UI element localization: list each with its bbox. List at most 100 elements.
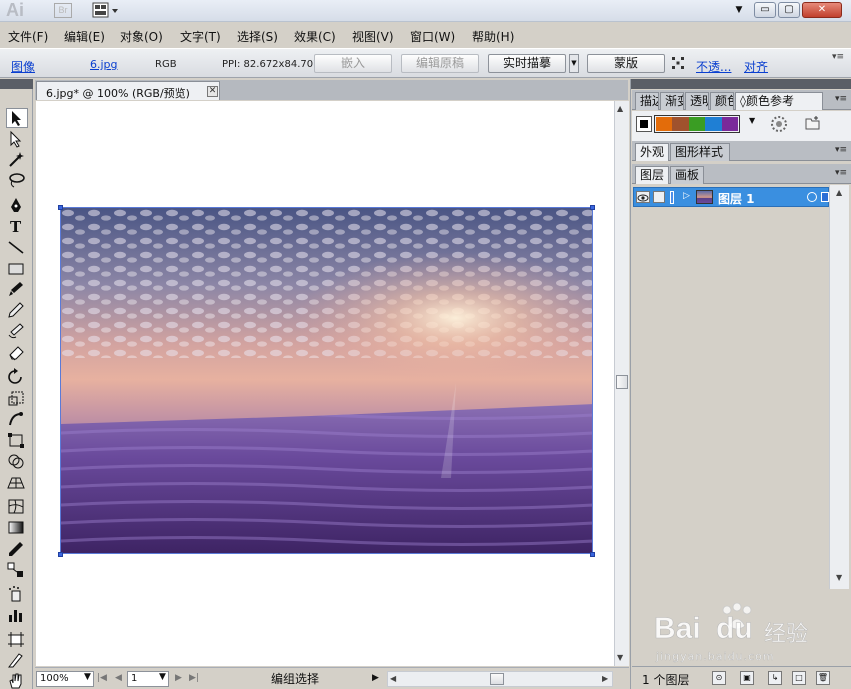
- selection-handle[interactable]: [590, 552, 595, 557]
- selection-handle[interactable]: [590, 205, 595, 210]
- panel-menu-icon[interactable]: ▾≡: [835, 94, 847, 104]
- align-link[interactable]: 对齐: [744, 58, 768, 75]
- create-sublayer-icon[interactable]: ↳: [768, 671, 782, 685]
- tab-graphic-styles[interactable]: 图形样式: [670, 143, 730, 161]
- mesh-tool-icon[interactable]: [6, 497, 28, 517]
- make-clipping-mask-icon[interactable]: ▣: [740, 671, 754, 685]
- menu-effect[interactable]: 效果(C): [294, 28, 336, 45]
- shape-builder-tool-icon[interactable]: [6, 452, 28, 472]
- opacity-link[interactable]: 不透...: [696, 58, 731, 75]
- transform-grid-icon[interactable]: [671, 56, 685, 70]
- harmony-rules-swatches[interactable]: [654, 115, 740, 133]
- embed-button[interactable]: 嵌入: [314, 54, 392, 73]
- filename-link[interactable]: 6.jpg: [90, 58, 118, 71]
- save-color-group-icon[interactable]: [804, 115, 822, 131]
- rotate-tool-icon[interactable]: [6, 368, 28, 388]
- gradient-tool-icon[interactable]: [6, 518, 28, 538]
- artboard-tool-icon[interactable]: [6, 630, 28, 650]
- status-menu-icon[interactable]: ▶: [372, 673, 379, 683]
- layer-row[interactable]: ▷ 图层 1: [633, 187, 829, 207]
- menu-edit[interactable]: 编辑(E): [64, 28, 105, 45]
- scroll-thumb[interactable]: [616, 375, 628, 389]
- layout-grid-icon[interactable]: [92, 2, 120, 19]
- scale-tool-icon[interactable]: [6, 389, 28, 409]
- pencil-tool-icon[interactable]: [6, 301, 28, 321]
- menu-help[interactable]: 帮助(H): [472, 28, 514, 45]
- selection-handle[interactable]: [58, 205, 63, 210]
- minimize-button[interactable]: ▭: [754, 2, 776, 18]
- eyedropper-tool-icon[interactable]: [6, 540, 28, 560]
- status-readout[interactable]: 编组选择: [207, 671, 383, 687]
- expand-layer-icon[interactable]: ▷: [683, 191, 690, 201]
- layer-selection-indicator[interactable]: [821, 192, 829, 202]
- bridge-button[interactable]: Br: [54, 3, 72, 18]
- tab-transparency[interactable]: 透明: [685, 92, 709, 110]
- selection-tool-icon[interactable]: [6, 108, 28, 128]
- tab-color-guide[interactable]: ◊颜色参考: [735, 92, 823, 110]
- fill-swatch[interactable]: [636, 116, 652, 132]
- create-new-layer-icon[interactable]: □: [792, 671, 806, 685]
- prev-artboard-icon[interactable]: ◀: [115, 673, 122, 683]
- document-tab[interactable]: 6.jpg* @ 100% (RGB/预览) ✕: [36, 81, 220, 100]
- menu-window[interactable]: 窗口(W): [410, 28, 455, 45]
- locate-object-icon[interactable]: ⊙: [712, 671, 726, 685]
- placed-image[interactable]: [60, 207, 593, 554]
- menu-file[interactable]: 文件(F): [8, 28, 48, 45]
- last-artboard-icon[interactable]: ▶|: [189, 673, 199, 683]
- layers-scrollbar[interactable]: ▲ ▼: [829, 185, 849, 589]
- rectangle-tool-icon[interactable]: [6, 259, 28, 279]
- close-button[interactable]: ✕: [802, 2, 842, 18]
- warp-tool-icon[interactable]: [6, 410, 28, 430]
- column-graph-tool-icon[interactable]: [6, 606, 28, 626]
- tab-artboards[interactable]: 画板: [670, 166, 704, 184]
- layer-target-icon[interactable]: [807, 192, 817, 202]
- live-trace-button[interactable]: 实时描摹: [488, 54, 566, 73]
- close-tab-icon[interactable]: ✕: [207, 86, 218, 97]
- slice-tool-icon[interactable]: [6, 651, 28, 671]
- scroll-down-icon[interactable]: ▼: [617, 653, 623, 662]
- triangle-down-icon[interactable]: ▼: [732, 1, 746, 19]
- panel-menu-icon[interactable]: ▾≡: [835, 168, 847, 178]
- delete-layer-icon[interactable]: 🗑: [816, 671, 830, 685]
- paintbrush-tool-icon[interactable]: [6, 280, 28, 300]
- layer-name[interactable]: 图层 1: [718, 190, 755, 207]
- trace-options-dropdown[interactable]: ▼: [569, 54, 579, 73]
- panel-menu-icon[interactable]: ▾≡: [832, 52, 844, 62]
- color-wheel-icon[interactable]: [770, 115, 788, 133]
- menu-object[interactable]: 对象(O): [120, 28, 163, 45]
- lasso-tool-icon[interactable]: [6, 171, 28, 191]
- tab-gradient[interactable]: 渐变: [660, 92, 684, 110]
- tab-appearance[interactable]: 外观: [635, 143, 669, 161]
- visibility-eye-icon[interactable]: [636, 191, 650, 203]
- scroll-right-icon[interactable]: ▶: [602, 674, 608, 683]
- vertical-scrollbar[interactable]: ▲ ▼: [614, 101, 629, 666]
- blend-tool-icon[interactable]: [6, 561, 28, 581]
- tab-color[interactable]: 颜色: [710, 92, 734, 110]
- scroll-left-icon[interactable]: ◀: [390, 674, 396, 683]
- magic-wand-tool-icon[interactable]: [6, 150, 28, 170]
- horizontal-scrollbar[interactable]: ◀ ▶: [387, 671, 613, 687]
- harmony-dropdown-icon[interactable]: ▼: [749, 116, 755, 125]
- type-tool-icon[interactable]: T: [6, 217, 28, 237]
- free-transform-tool-icon[interactable]: [6, 431, 28, 451]
- mask-button[interactable]: 蒙版: [587, 54, 665, 73]
- panel-dock-header[interactable]: [631, 79, 851, 89]
- eraser-tool-icon[interactable]: [6, 343, 28, 363]
- next-artboard-icon[interactable]: ▶: [175, 673, 182, 683]
- scroll-up-icon[interactable]: ▲: [836, 188, 842, 197]
- blob-brush-tool-icon[interactable]: [6, 322, 28, 342]
- selection-handle[interactable]: [58, 552, 63, 557]
- scroll-thumb[interactable]: [490, 673, 504, 685]
- hand-tool-icon[interactable]: [6, 672, 28, 689]
- first-artboard-icon[interactable]: |◀: [97, 673, 107, 683]
- artboard-dropdown-icon[interactable]: ▼: [159, 672, 166, 682]
- perspective-grid-tool-icon[interactable]: [6, 473, 28, 493]
- image-type-link[interactable]: 图像: [11, 58, 35, 75]
- edit-original-button[interactable]: 编辑原稿: [401, 54, 479, 73]
- line-tool-icon[interactable]: [6, 238, 28, 258]
- pen-tool-icon[interactable]: [6, 196, 28, 216]
- menu-select[interactable]: 选择(S): [237, 28, 278, 45]
- scroll-up-icon[interactable]: ▲: [617, 104, 623, 113]
- direct-selection-tool-icon[interactable]: [6, 130, 28, 150]
- tab-layers[interactable]: 图层: [635, 166, 669, 184]
